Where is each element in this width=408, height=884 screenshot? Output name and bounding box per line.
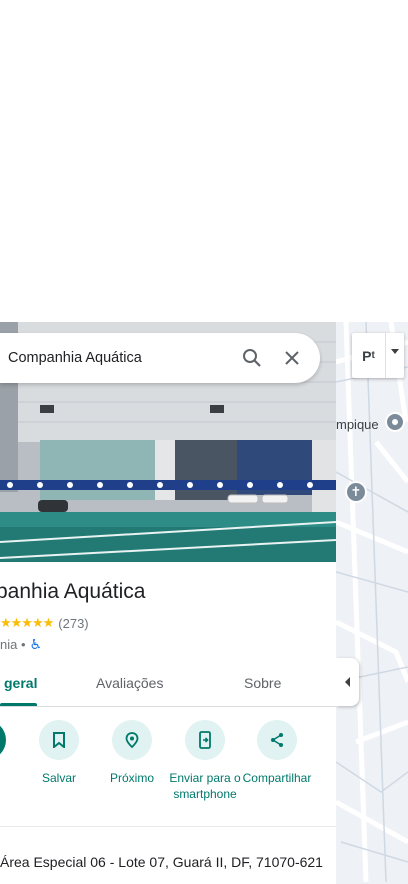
map-poi-pin-icon[interactable]	[385, 412, 405, 432]
layers-dropdown-icon[interactable]	[386, 333, 404, 378]
action-label: Salvar	[41, 771, 76, 785]
divider	[0, 826, 336, 827]
tab-label: geral	[4, 675, 38, 691]
map-church-pin-icon[interactable]: ✝	[345, 481, 367, 503]
search-input[interactable]: Companhia Aquática	[0, 350, 232, 366]
chevron-left-icon	[345, 677, 350, 687]
star-rating: ★★★★★	[0, 615, 54, 630]
maps-page: mpique ✝ Pt panhia Aquática ★★★★★ (273) …	[0, 0, 408, 884]
nearby-icon	[112, 720, 152, 760]
tab-reviews[interactable]: Avaliações	[96, 660, 163, 706]
directions-icon	[0, 720, 6, 760]
send-to-phone-icon	[185, 720, 225, 760]
share-button[interactable]: Compartilhar	[239, 720, 315, 786]
tab-label: Avaliações	[96, 675, 164, 691]
place-title: panhia Aquática	[0, 580, 146, 603]
review-count[interactable]: (273)	[58, 616, 88, 631]
map-place-label[interactable]: mpique	[336, 417, 379, 432]
search-bar: Companhia Aquática	[0, 333, 320, 383]
rating-row[interactable]: ★★★★★ (273)	[0, 615, 89, 631]
map-layers-button[interactable]: Pt	[352, 333, 404, 378]
map-canvas[interactable]: mpique ✝	[336, 322, 408, 884]
action-label: Próximo	[109, 771, 154, 785]
tab-about[interactable]: Sobre	[244, 660, 281, 706]
save-button[interactable]: Salvar	[21, 720, 97, 786]
wheelchair-accessible-icon: ♿	[29, 636, 43, 652]
action-buttons: s Salvar Próximo Enviar para o smartphon…	[0, 720, 336, 820]
place-tabs: geral Avaliações Sobre	[0, 660, 336, 707]
search-icon[interactable]	[232, 338, 272, 378]
layers-label[interactable]: Pt	[352, 333, 386, 378]
action-label: Enviar para o smartphone	[169, 771, 241, 801]
active-tab-indicator	[0, 703, 37, 706]
place-category[interactable]: nia •	[0, 637, 26, 652]
place-address[interactable]: Área Especial 06 - Lote 07, Guará II, DF…	[0, 852, 330, 872]
nearby-button[interactable]: Próximo	[94, 720, 170, 786]
tab-label: Sobre	[244, 675, 282, 691]
action-label: Compartilhar	[242, 771, 312, 785]
close-icon[interactable]	[272, 338, 312, 378]
share-icon	[257, 720, 297, 760]
collapse-panel-button[interactable]	[336, 658, 359, 706]
tab-overview[interactable]: geral	[4, 660, 37, 706]
bookmark-icon	[39, 720, 79, 760]
send-to-phone-button[interactable]: Enviar para o smartphone	[167, 720, 243, 802]
place-panel: panhia Aquática ★★★★★ (273) nia • ♿ gera…	[0, 322, 336, 884]
category-row: nia • ♿	[0, 636, 42, 653]
